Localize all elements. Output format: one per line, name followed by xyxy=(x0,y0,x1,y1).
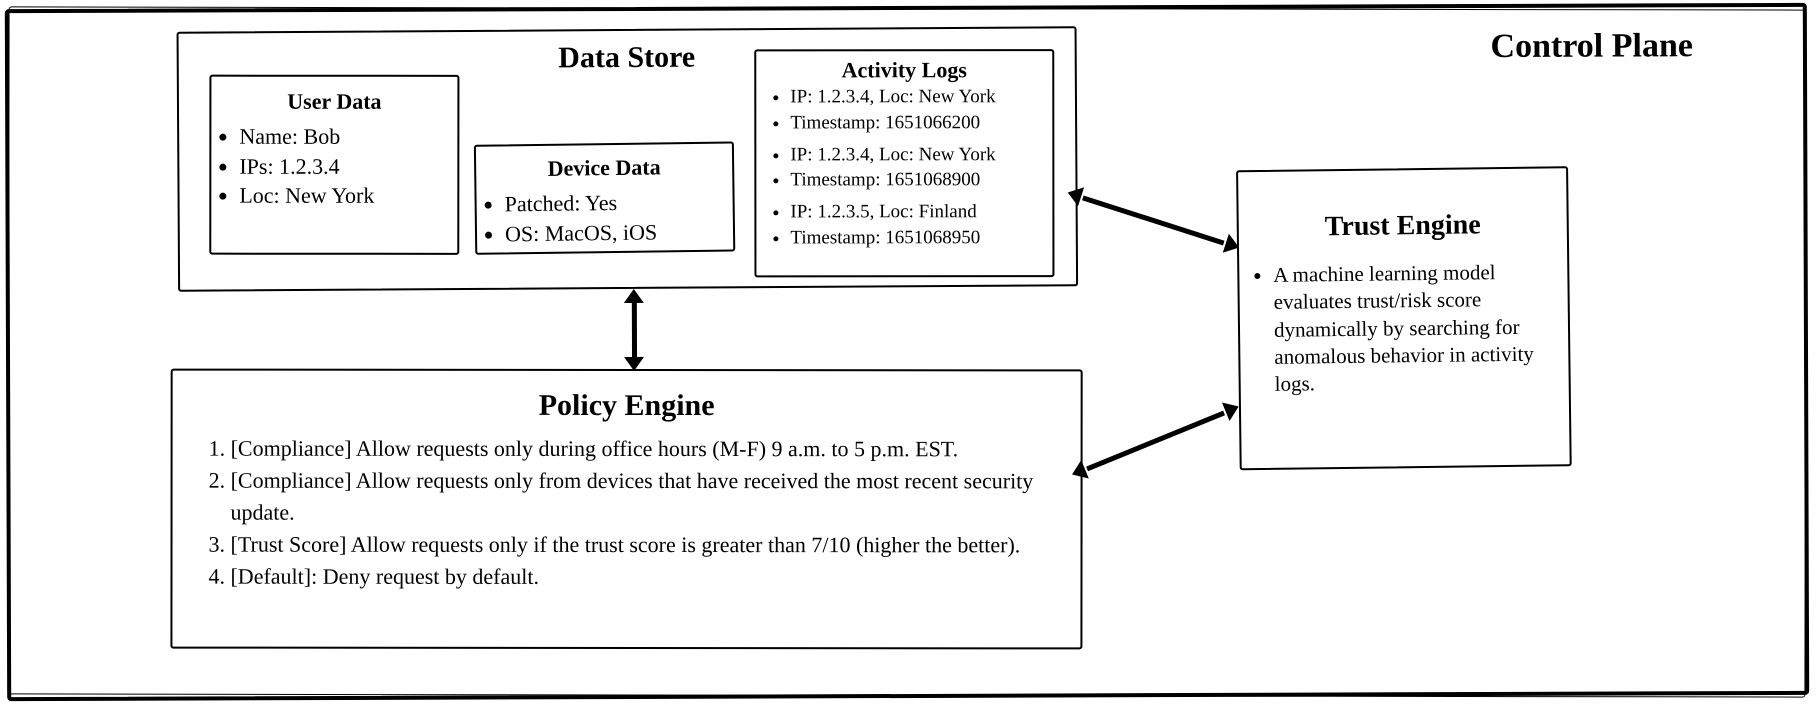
user-ips: IPs: 1.2.3.4 xyxy=(239,152,457,180)
trust-engine-desc: A machine learning model evaluates trust… xyxy=(1273,258,1551,398)
data-store-box: Data Store User Data Name: Bob IPs: 1.2.… xyxy=(177,26,1079,291)
user-data-title: User Data xyxy=(211,89,457,115)
activity-logs-box: Activity Logs IP: 1.2.3.4, Loc: New York… xyxy=(754,49,1054,277)
control-plane-title: Control Plane xyxy=(1490,27,1693,66)
user-data-box: User Data Name: Bob IPs: 1.2.3.4 Loc: Ne… xyxy=(209,75,459,255)
log0-ts: Timestamp: 1651066200 xyxy=(790,111,1046,135)
arrow-policy-trust-icon xyxy=(1059,374,1253,509)
user-name: Name: Bob xyxy=(239,123,457,151)
rule-1: [Compliance] Allow requests only during … xyxy=(231,433,1041,466)
policy-engine-box: Policy Engine [Compliance] Allow request… xyxy=(170,369,1082,650)
policy-rules-list: [Compliance] Allow requests only during … xyxy=(212,433,1040,593)
log0-ip: IP: 1.2.3.4, Loc: New York xyxy=(790,85,1046,109)
log1-ip: IP: 1.2.3.4, Loc: New York xyxy=(790,143,1046,167)
rule-3: [Trust Score] Allow requests only if the… xyxy=(231,528,1041,561)
device-data-title: Device Data xyxy=(476,153,732,182)
arrow-datastore-policy-icon xyxy=(620,289,648,371)
policy-engine-title: Policy Engine xyxy=(173,389,1081,424)
activity-entry-0: IP: 1.2.3.4, Loc: New York Timestamp: 16… xyxy=(762,85,1046,135)
activity-entry-2: IP: 1.2.3.5, Loc: Finland Timestamp: 165… xyxy=(762,200,1046,250)
arrow-datastore-trust-icon xyxy=(1056,159,1249,283)
rule-4: [Default]: Deny request by default. xyxy=(230,560,1040,593)
rule-2: [Compliance] Allow requests only from de… xyxy=(231,465,1041,529)
trust-engine-box: Trust Engine A machine learning model ev… xyxy=(1236,166,1572,470)
device-os: OS: MacOS, iOS xyxy=(505,217,733,247)
activity-logs-title: Activity Logs xyxy=(756,57,1052,83)
log1-ts: Timestamp: 1651068900 xyxy=(790,168,1046,192)
device-patched: Patched: Yes xyxy=(504,187,732,217)
user-loc: Loc: New York xyxy=(239,182,457,210)
device-data-list: Patched: Yes OS: MacOS, iOS xyxy=(476,187,733,247)
trust-engine-title: Trust Engine xyxy=(1239,208,1567,244)
activity-entry-1: IP: 1.2.3.4, Loc: New York Timestamp: 16… xyxy=(762,143,1046,193)
user-data-list: Name: Bob IPs: 1.2.3.4 Loc: New York xyxy=(211,123,457,210)
device-data-box: Device Data Patched: Yes OS: MacOS, iOS xyxy=(474,141,735,254)
log2-ts: Timestamp: 1651068950 xyxy=(790,226,1046,250)
trust-engine-desc-list: A machine learning model evaluates trust… xyxy=(1239,258,1569,398)
log2-ip: IP: 1.2.3.5, Loc: Finland xyxy=(790,200,1046,224)
control-plane-container: Control Plane Data Store User Data Name:… xyxy=(5,3,1809,701)
